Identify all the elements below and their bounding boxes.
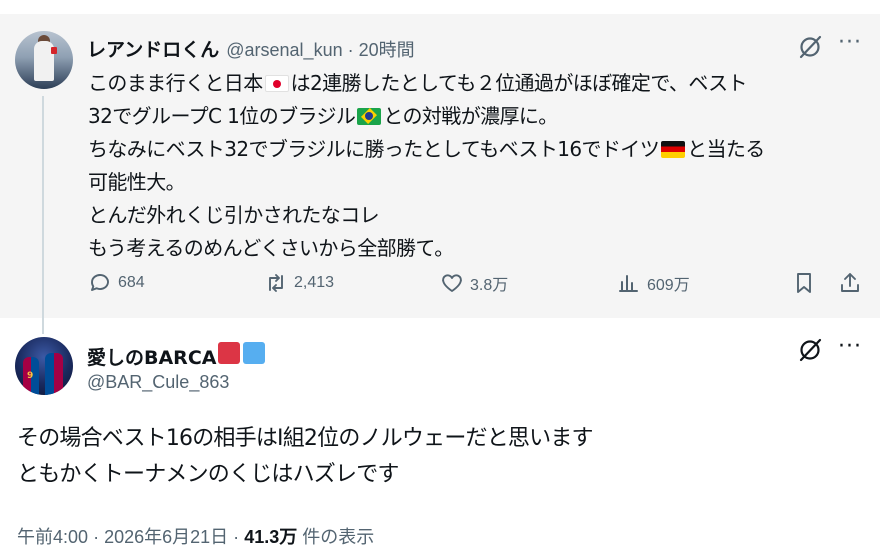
display-name[interactable]: レアンドロくん xyxy=(87,35,219,62)
reply-text: その場合ベスト16の相手はI組2位のノルウェーだと思います ともかくトーナメンの… xyxy=(17,421,594,493)
flag-jp-icon xyxy=(264,75,289,92)
avatar[interactable]: 9 xyxy=(15,337,73,395)
views-button[interactable]: 609万 xyxy=(617,271,690,295)
like-button[interactable]: 3.8万 xyxy=(440,271,508,295)
handle-text[interactable]: @arsenal_kun xyxy=(226,40,342,60)
like-count: 3.8万 xyxy=(470,277,509,294)
post-date[interactable]: 2026年6月21日 xyxy=(104,527,228,547)
views-number: 41.3万 xyxy=(244,527,298,547)
tweet-text: このまま行くと日本 は2連勝したとしても２位通過がほぼ確定で、ベスト 32でグルー… xyxy=(88,67,873,265)
blue-square-icon xyxy=(243,342,266,364)
bookmark-button[interactable] xyxy=(792,271,822,295)
display-name[interactable]: 愛しのBARCA xyxy=(87,343,216,370)
flag-de-icon xyxy=(661,141,686,158)
tweet-time[interactable]: 20時間 xyxy=(359,40,415,60)
avatar[interactable] xyxy=(15,31,73,89)
separator: · xyxy=(347,40,354,60)
separator: · xyxy=(93,527,100,547)
separator: · xyxy=(233,527,240,547)
grok-icon[interactable] xyxy=(797,337,823,363)
reply-icon xyxy=(91,274,109,291)
handle[interactable]: @arsenal_kun · 20時間 xyxy=(226,36,414,62)
grok-icon[interactable] xyxy=(797,34,823,60)
views-icon xyxy=(619,275,638,292)
bookmark-icon xyxy=(797,273,811,293)
handle[interactable]: @BAR_Cule_863 xyxy=(87,372,229,393)
tweet-meta: 午前4:00 · 2026年6月21日 · 41.3万 件の表示 xyxy=(17,523,374,549)
more-icon[interactable]: ··· xyxy=(838,32,862,54)
tweet-line: もう考えるのめんどくさいから全部勝て。 xyxy=(88,236,454,260)
views-label: 件の表示 xyxy=(302,527,375,547)
flag-br-icon xyxy=(357,108,382,125)
repost-button[interactable]: 2,413 xyxy=(264,271,334,295)
post-time[interactable]: 午前4:00 xyxy=(17,527,88,547)
tweet-line: このまま行くと日本 は2連勝したとしても２位通過がほぼ確定で、ベスト xyxy=(88,71,748,95)
views-count: 609万 xyxy=(647,277,690,294)
repost-icon xyxy=(269,274,283,292)
reply-count: 684 xyxy=(118,274,145,291)
reply-button[interactable]: 684 xyxy=(88,271,145,295)
red-square-icon xyxy=(218,342,241,364)
tweet-line: 32でグループC 1位のブラジル との対戦が濃厚に。 xyxy=(88,104,558,128)
tweet-line: とんだ外れくじ引かされたなコレ xyxy=(88,203,380,227)
reply-line: ともかくトーナメンのくじはハズレです xyxy=(17,462,399,487)
tweet-header: レアンドロくん @arsenal_kun · 20時間 xyxy=(87,35,415,62)
like-icon xyxy=(442,274,462,292)
share-icon xyxy=(841,273,859,292)
repost-count: 2,413 xyxy=(294,274,335,291)
tweet-line: 可能性大。 xyxy=(88,170,186,194)
reply-line: その場合ベスト16の相手はI組2位のノルウェーだと思います xyxy=(17,426,594,451)
more-icon[interactable]: ··· xyxy=(838,336,862,358)
tweet-header: 愛しのBARCA xyxy=(87,342,266,370)
share-button[interactable] xyxy=(838,271,868,295)
tweet-line: ちなみにベスト32でブラジルに勝ったとしてもベスト16でドイツ と当たる xyxy=(88,137,765,161)
action-bar: 684 2,413 3.8万 609万 xyxy=(0,271,880,301)
